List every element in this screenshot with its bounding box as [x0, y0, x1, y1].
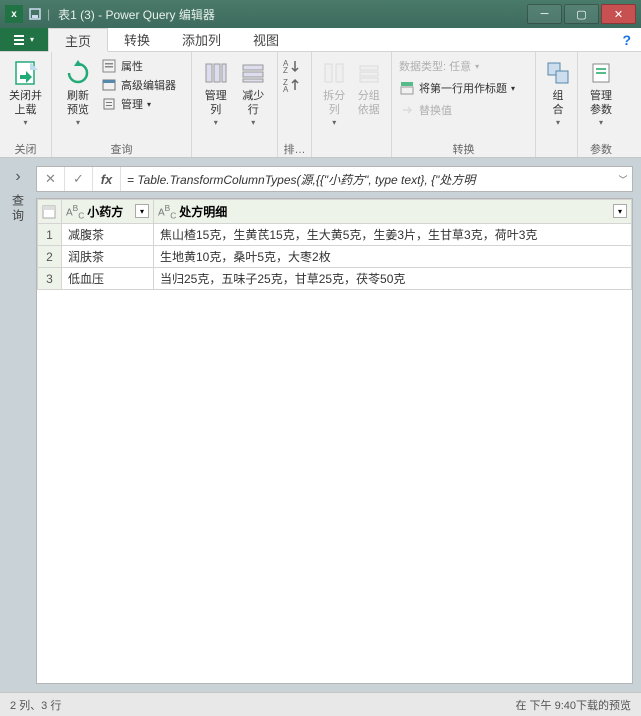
- queries-pane-collapsed: › 查询: [0, 158, 36, 692]
- row-number: 3: [38, 268, 62, 290]
- table-row[interactable]: 1 减腹茶 焦山楂15克，生黄芪15克，生大黄5克，生姜3片，生甘草3克，荷叶3…: [38, 224, 632, 246]
- group-label-close: 关闭: [0, 141, 51, 157]
- column-header-1[interactable]: ABC 小药方 ▾: [62, 200, 154, 224]
- formula-input[interactable]: = Table.TransformColumnTypes(源,{{"小药方", …: [121, 171, 614, 188]
- sort-asc-button[interactable]: AZ: [283, 58, 301, 74]
- reduce-rows-button[interactable]: 减少 行 ▾: [235, 56, 273, 130]
- properties-button[interactable]: 属性: [101, 58, 176, 74]
- split-column-button: 拆分 列 ▾: [317, 56, 352, 130]
- group-label-params: 参数: [578, 141, 624, 157]
- workspace: › 查询 ✕ ✓ fx = Table.TransformColumnTypes…: [0, 158, 641, 692]
- close-load-button[interactable]: 关闭并 上载 ▾: [5, 56, 46, 130]
- qat-save-icon[interactable]: [28, 7, 42, 21]
- cell[interactable]: 当归25克，五味子25克，甘草25克，茯苓50克: [154, 268, 632, 290]
- columns-icon: [201, 58, 231, 88]
- minimize-button[interactable]: ─: [527, 4, 562, 24]
- advanced-editor-icon: [101, 77, 117, 93]
- filter-icon[interactable]: ▾: [135, 204, 149, 218]
- filter-icon[interactable]: ▾: [613, 204, 627, 218]
- table-row[interactable]: 3 低血压 当归25克，五味子25克，甘草25克，茯苓50克: [38, 268, 632, 290]
- cell[interactable]: 焦山楂15克，生黄芪15克，生大黄5克，生姜3片，生甘草3克，荷叶3克: [154, 224, 632, 246]
- ribbon: 关闭并 上载 ▾ 关闭 刷新 预览 ▾ 属性 高级编辑器: [0, 52, 641, 158]
- row-number: 1: [38, 224, 62, 246]
- params-icon: [586, 58, 616, 88]
- formula-commit-button[interactable]: ✓: [65, 167, 93, 191]
- manage-params-button[interactable]: 管理 参数 ▾: [583, 56, 619, 130]
- row-number: 2: [38, 246, 62, 268]
- ribbon-tabs: ▾ 主页 转换 添加列 视图 ?: [0, 28, 641, 52]
- cell[interactable]: 润肤茶: [62, 246, 154, 268]
- datatype-dropdown: 数据类型: 任意 ▾: [399, 58, 515, 74]
- rows-icon: [238, 58, 268, 88]
- column-header-2[interactable]: ABC 处方明细 ▾: [154, 200, 632, 224]
- formula-bar: ✕ ✓ fx = Table.TransformColumnTypes(源,{{…: [36, 166, 633, 192]
- expand-queries-button[interactable]: ›: [15, 168, 20, 186]
- group-label-sort: 排…: [278, 141, 311, 157]
- file-menu-button[interactable]: ▾: [0, 28, 48, 51]
- tab-view[interactable]: 视图: [237, 28, 295, 51]
- advanced-editor-button[interactable]: 高级编辑器: [101, 77, 176, 93]
- close-load-icon: [11, 58, 41, 88]
- group-label-query: 查询: [52, 141, 191, 157]
- tab-add-column[interactable]: 添加列: [166, 28, 237, 51]
- separator: |: [47, 7, 50, 21]
- group-label-transform: 转换: [392, 141, 535, 157]
- cell[interactable]: 低血压: [62, 268, 154, 290]
- window-title: 表1 (3) - Power Query 编辑器: [58, 6, 215, 23]
- group-by-button: 分组 依据: [352, 56, 387, 120]
- manage-button[interactable]: 管理 ▾: [101, 96, 176, 112]
- status-bar: 2 列、3 行 在 下午 9:40下载的预览: [0, 692, 641, 716]
- manage-columns-button[interactable]: 管理 列 ▾: [197, 56, 235, 130]
- group-icon: [354, 58, 384, 88]
- grid-corner[interactable]: [38, 200, 62, 224]
- help-icon[interactable]: ?: [622, 28, 631, 51]
- formula-cancel-button[interactable]: ✕: [37, 167, 65, 191]
- queries-label[interactable]: 查询: [10, 194, 27, 224]
- formula-expand-button[interactable]: ﹀: [614, 173, 632, 186]
- refresh-preview-button[interactable]: 刷新 预览 ▾: [57, 56, 99, 130]
- close-button[interactable]: ✕: [601, 4, 636, 24]
- header-icon: [399, 80, 415, 96]
- text-type-icon: ABC: [158, 203, 176, 220]
- replace-values-button: 替换值: [399, 102, 515, 118]
- tab-home[interactable]: 主页: [48, 28, 108, 52]
- combine-button[interactable]: 组 合 ▾: [541, 56, 575, 130]
- text-type-icon: ABC: [66, 203, 84, 220]
- sort-desc-button[interactable]: ZA: [283, 77, 301, 93]
- table-row[interactable]: 2 润肤茶 生地黄10克，桑叶5克，大枣2枚: [38, 246, 632, 268]
- replace-icon: [399, 102, 415, 118]
- formula-fx-icon[interactable]: fx: [93, 167, 121, 191]
- manage-icon: [101, 96, 117, 112]
- tab-transform[interactable]: 转换: [108, 28, 166, 51]
- data-grid: ABC 小药方 ▾ ABC 处方明细 ▾: [36, 198, 633, 684]
- svg-text:A: A: [283, 85, 289, 93]
- refresh-icon: [63, 58, 93, 88]
- properties-icon: [101, 58, 117, 74]
- excel-icon: x: [5, 5, 23, 23]
- combine-icon: [543, 58, 573, 88]
- maximize-button[interactable]: ▢: [564, 4, 599, 24]
- cell[interactable]: 减腹茶: [62, 224, 154, 246]
- svg-text:Z: Z: [283, 66, 288, 74]
- status-right: 在 下午 9:40下载的预览: [515, 697, 631, 713]
- status-left: 2 列、3 行: [10, 697, 61, 713]
- title-bar: x | 表1 (3) - Power Query 编辑器 ─ ▢ ✕: [0, 0, 641, 28]
- cell[interactable]: 生地黄10克，桑叶5克，大枣2枚: [154, 246, 632, 268]
- split-icon: [319, 58, 349, 88]
- first-row-header-button[interactable]: 将第一行用作标题 ▾: [399, 80, 515, 96]
